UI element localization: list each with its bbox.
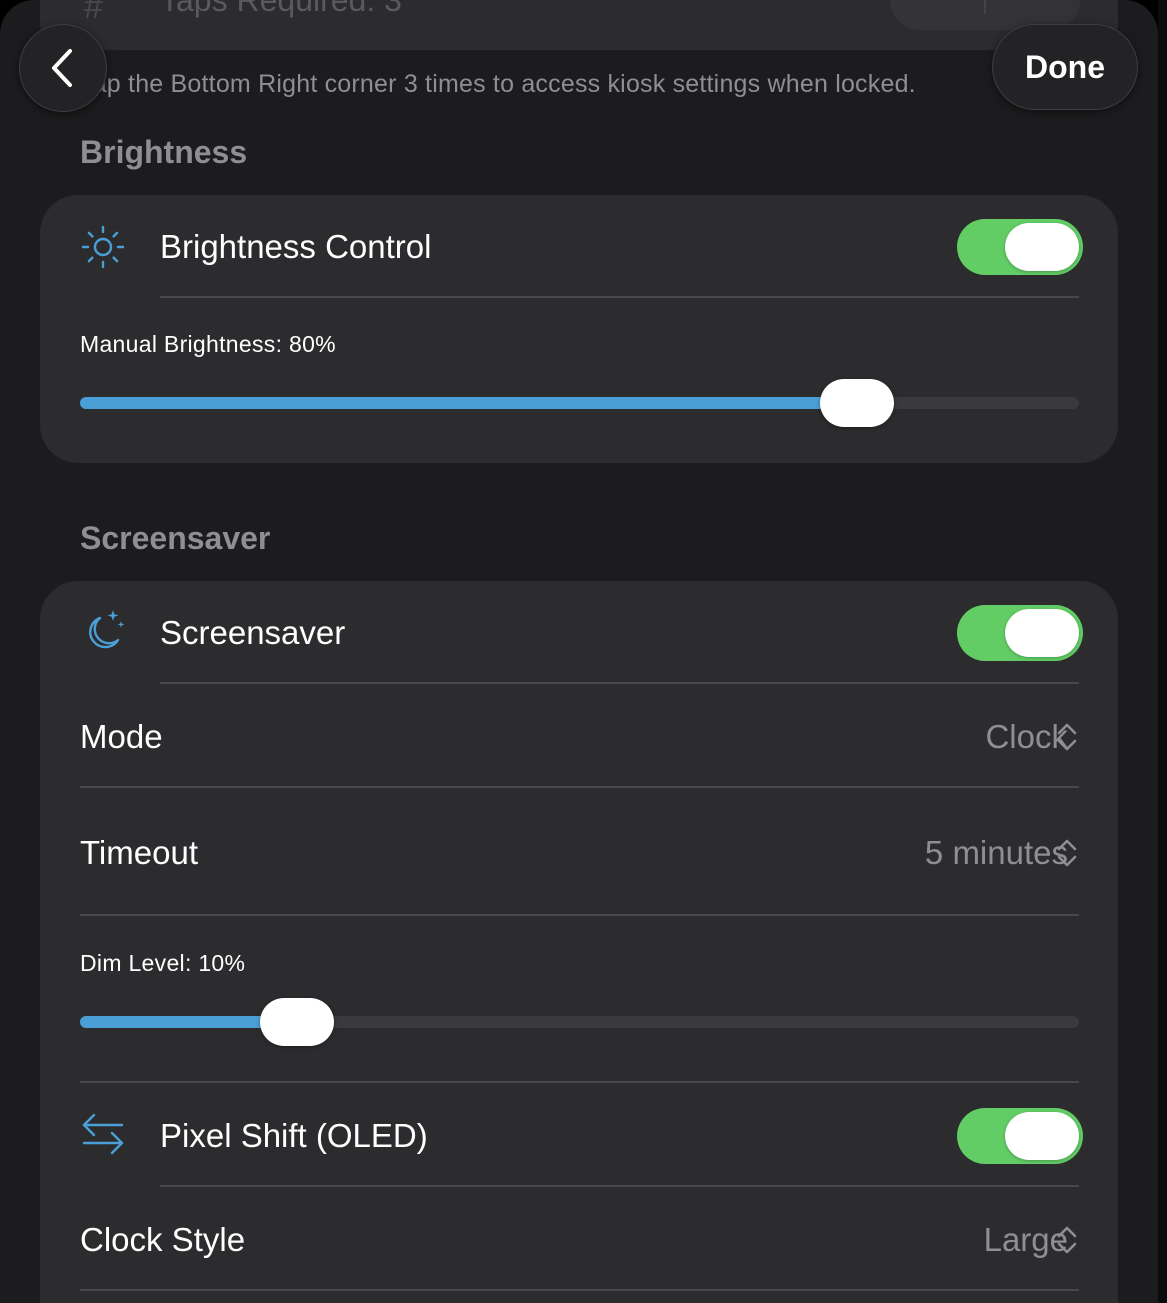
- separator: [80, 1081, 1079, 1083]
- plus-icon[interactable]: +: [1018, 0, 1041, 9]
- brightness-control-label: Brightness Control: [160, 228, 432, 265]
- toggle-knob: [1005, 223, 1079, 271]
- brightness-section-title: Brightness: [80, 134, 248, 170]
- moon-stars-icon: [89, 610, 125, 649]
- screensaver-section-title: Screensaver: [80, 520, 271, 556]
- timeout-label: Timeout: [80, 834, 198, 871]
- clock-style-label: Clock Style: [80, 1221, 246, 1258]
- separator: [80, 1289, 1079, 1291]
- separator: [80, 786, 1079, 788]
- toggle-knob: [1005, 1112, 1079, 1160]
- screensaver-label: Screensaver: [160, 614, 346, 651]
- sun-icon: [81, 225, 125, 269]
- chevron-up-down-icon: [1057, 1226, 1077, 1254]
- screensaver-toggle[interactable]: [957, 605, 1083, 661]
- slider-fill: [80, 397, 857, 409]
- window-edge: [1158, 0, 1167, 1303]
- brightness-control-toggle[interactable]: [957, 219, 1083, 275]
- separator: [160, 682, 1079, 684]
- kiosk-hint-text: Tap the Bottom Right corner 3 times to a…: [80, 70, 916, 98]
- separator: [80, 914, 1079, 916]
- slider-thumb[interactable]: [820, 379, 894, 427]
- chevron-up-down-icon: [1057, 839, 1077, 867]
- toggle-knob: [1005, 609, 1079, 657]
- manual-brightness-slider[interactable]: [80, 379, 1079, 427]
- pixel-shift-label: Pixel Shift (OLED): [160, 1117, 428, 1154]
- back-button[interactable]: [19, 24, 107, 112]
- dim-level-label: Dim Level: 10%: [80, 950, 246, 976]
- dim-level-slider[interactable]: [80, 998, 1079, 1046]
- screensaver-card: [40, 581, 1118, 1303]
- separator: [160, 1185, 1079, 1187]
- pixel-shift-toggle[interactable]: [957, 1108, 1083, 1164]
- chevron-up-down-icon: [1057, 723, 1077, 751]
- slider-thumb[interactable]: [260, 998, 335, 1046]
- manual-brightness-label: Manual Brightness: 80%: [80, 331, 336, 357]
- mode-label: Mode: [80, 718, 163, 755]
- separator: [160, 296, 1079, 298]
- hash-icon: #: [84, 0, 103, 26]
- timeout-value[interactable]: 5 minutes: [925, 834, 1068, 872]
- settings-sheet: # Taps Required: 3 + Tap the Bottom Righ…: [0, 0, 1158, 1303]
- taps-required-label: Taps Required: 3: [160, 0, 402, 18]
- done-button[interactable]: Done: [992, 24, 1138, 110]
- stepper-divider: [984, 0, 986, 14]
- chevron-left-icon: [52, 49, 72, 87]
- arrows-left-right-icon: [82, 1113, 124, 1155]
